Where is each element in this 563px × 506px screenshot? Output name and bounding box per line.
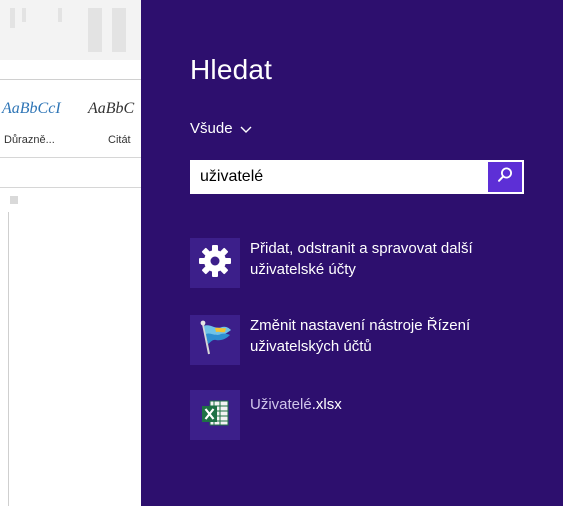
bg-decoration xyxy=(58,8,62,22)
ribbon-divider xyxy=(0,157,141,158)
chevron-down-icon xyxy=(239,124,253,134)
excel-file-icon xyxy=(198,396,232,435)
charm-title: Hledat xyxy=(190,54,273,85)
search-result-manage-accounts[interactable]: Přidat, odstranit a spravovat další uživ… xyxy=(190,238,550,288)
result-file-name: Uživatelé xyxy=(250,396,312,413)
search-result-excel-file[interactable]: Uživatelé.xlsx xyxy=(190,390,550,440)
result-tile xyxy=(190,390,240,440)
result-tile xyxy=(190,238,240,288)
document-page-edge xyxy=(8,212,9,506)
uac-flag-icon xyxy=(195,318,235,363)
bg-decoration xyxy=(10,8,15,28)
search-charm-panel: Hledat Všude uživatelé Přidat, odstranit… xyxy=(141,0,563,506)
result-label: Změnit nastavení nástroje Řízení uživate… xyxy=(250,317,471,355)
search-button[interactable] xyxy=(488,162,522,192)
result-tile xyxy=(190,315,240,365)
ribbon-divider xyxy=(0,79,141,80)
search-result-uac-settings[interactable]: Změnit nastavení nástroje Řízení uživate… xyxy=(190,315,550,365)
bg-decoration xyxy=(88,8,102,52)
search-scope-label: Všude xyxy=(190,120,233,137)
result-label: Uživatelé.xlsx xyxy=(250,390,550,415)
search-input[interactable] xyxy=(190,160,488,194)
search-icon xyxy=(496,166,514,189)
bg-decoration xyxy=(22,8,26,22)
search-scope-dropdown[interactable]: Všude xyxy=(190,120,253,137)
style-preview-emphasis[interactable]: AaBbCcI xyxy=(2,100,61,118)
background-titlebar xyxy=(0,0,141,60)
ruler-marker xyxy=(10,196,18,204)
search-box xyxy=(190,160,524,194)
result-label: Přidat, odstranit a spravovat další uživ… xyxy=(250,240,473,278)
style-name-emphasis: Důrazně... xyxy=(4,134,55,146)
ribbon-divider xyxy=(0,187,141,188)
style-preview-quote[interactable]: AaBbC xyxy=(88,100,134,118)
result-file-extension: .xlsx xyxy=(311,396,342,413)
bg-decoration xyxy=(112,8,126,52)
style-name-quote: Citát xyxy=(108,134,131,146)
gear-icon xyxy=(198,244,232,283)
background-word-window: AaBbCcI AaBbC Důrazně... Citát xyxy=(0,0,141,506)
